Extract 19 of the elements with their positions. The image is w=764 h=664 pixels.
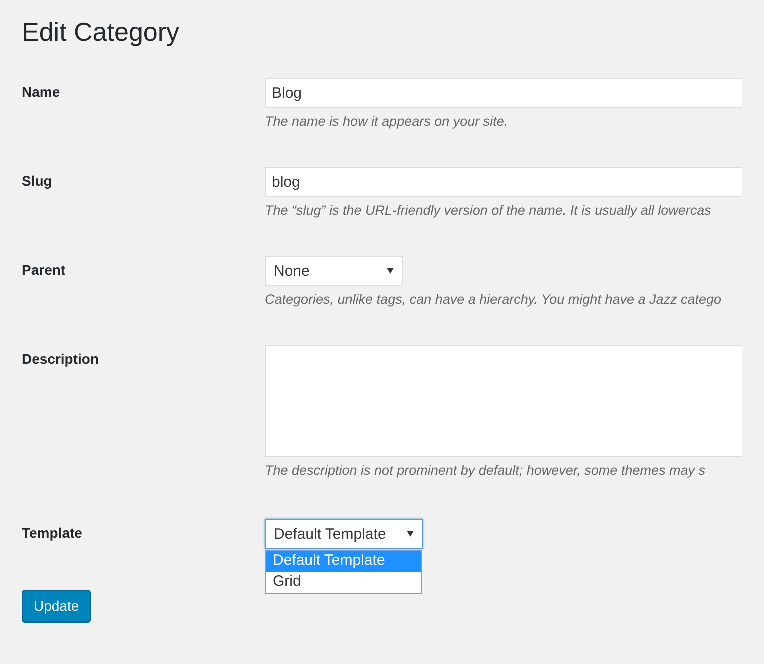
select-field[interactable]: Default Template — [265, 519, 423, 549]
update-button[interactable]: Update — [22, 590, 92, 622]
caret-icon — [387, 268, 394, 274]
text-field[interactable]: blog — [265, 167, 742, 197]
page-title: Edit Category — [22, 16, 181, 49]
field-hint: Categories, unlike tags, can have a hierarchy. You might have a Jazz catego — [265, 292, 723, 307]
field-label: Parent — [22, 261, 67, 278]
field-hint: The “slug” is the URL-friendly version of the name. It is usually all lowercas — [265, 203, 712, 218]
caret-icon — [407, 531, 414, 537]
field-hint: The description is not prominent by default; however, some themes may s — [265, 463, 706, 478]
field-label: Description — [22, 350, 100, 367]
dropdown-option[interactable]: Grid — [266, 572, 421, 593]
select-field[interactable]: None — [265, 256, 403, 286]
field-label: Template — [22, 524, 84, 541]
field-label: Slug — [22, 172, 54, 189]
field-label: Name — [22, 83, 62, 100]
textarea-field[interactable] — [265, 345, 742, 457]
text-field[interactable]: Blog — [265, 78, 742, 108]
field-hint: The name is how it appears on your site. — [265, 114, 510, 129]
